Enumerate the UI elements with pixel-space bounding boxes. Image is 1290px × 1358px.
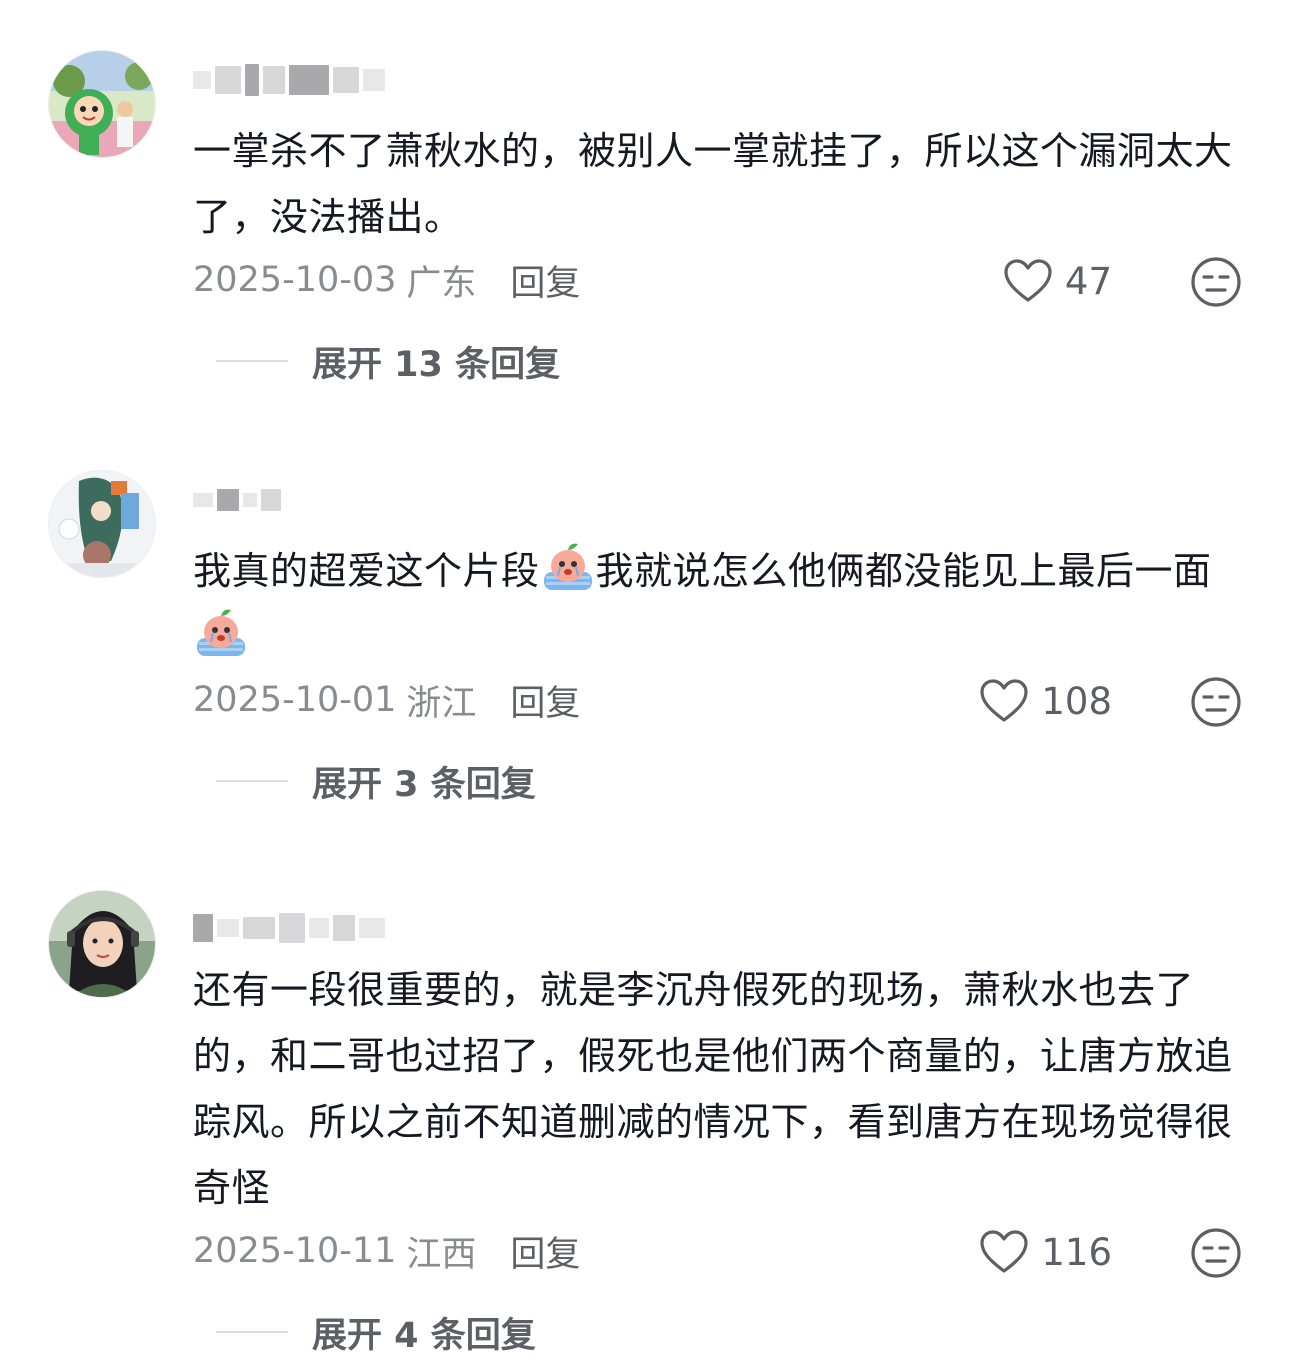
- comment-item: 还有一段很重要的，就是李沉舟假死的现场，萧秋水也去了的，和二哥也过招了，假死也是…: [0, 0, 1290, 1356]
- like-count: 116: [1041, 1230, 1112, 1274]
- expand-replies-label: 展开 4 条回复: [312, 1315, 536, 1356]
- like-button[interactable]: 116: [979, 1226, 1112, 1278]
- reply-button[interactable]: 回复: [510, 1226, 580, 1277]
- divider-line: [216, 1331, 288, 1333]
- dislike-button[interactable]: [1190, 1227, 1242, 1279]
- expand-replies-button[interactable]: 展开 4 条回复: [216, 1307, 536, 1357]
- unamused-face-icon: [1191, 1228, 1241, 1278]
- heart-icon: [980, 1230, 1028, 1273]
- portrait-photo-avatar-icon: [49, 891, 155, 997]
- comment-date: 2025-10-11: [193, 1231, 397, 1271]
- comment-region: 江西: [406, 1234, 477, 1275]
- user-avatar[interactable]: [48, 890, 156, 998]
- username-blurred[interactable]: [193, 910, 385, 946]
- comment-text: 还有一段很重要的，就是李沉舟假死的现场，萧秋水也去了的，和二哥也过招了，假死也是…: [193, 968, 1233, 1210]
